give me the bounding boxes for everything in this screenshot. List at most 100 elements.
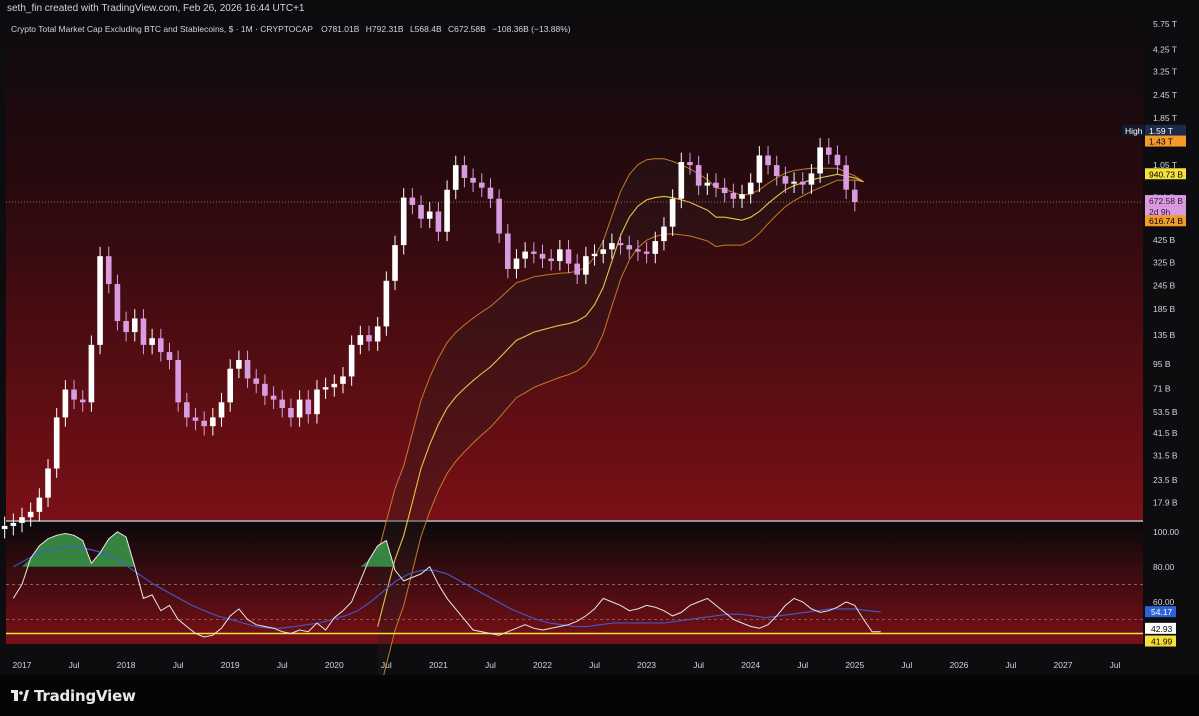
time-tick-label: Jul	[901, 660, 912, 670]
candle-body	[496, 198, 502, 234]
candle-body	[739, 194, 745, 199]
candle-body	[366, 335, 372, 342]
candle-body	[201, 420, 207, 427]
price-tick-label: 1.85 T	[1153, 113, 1177, 123]
candle-body	[53, 417, 60, 469]
candle-body	[340, 376, 346, 384]
candle-body	[348, 344, 355, 377]
legend-symbol: Crypto Total Market Cap Excluding BTC an…	[11, 24, 313, 34]
candle-body	[505, 233, 511, 269]
candle-body	[244, 359, 251, 379]
time-tick-label: Jul	[1006, 660, 1017, 670]
candle-body	[131, 318, 138, 333]
price-tick-label: 185 B	[1153, 304, 1176, 314]
high-value-label: 1.59 T	[1149, 126, 1173, 136]
basis-value-label: 940.73 B	[1149, 169, 1183, 179]
candle-body	[288, 408, 294, 418]
legend-change: −108.36B (−13.88%)	[492, 24, 571, 34]
price-tick-label: 245 B	[1153, 281, 1176, 291]
candle-body	[791, 181, 797, 184]
time-tick-label: Jul	[381, 660, 392, 670]
candle-body	[713, 182, 719, 188]
candle-body	[600, 249, 607, 254]
tradingview-logo[interactable]: TradingView	[11, 686, 136, 706]
candle-body	[123, 321, 129, 333]
price-tick-label: 41.5 B	[1153, 428, 1178, 438]
tradingview-logo-icon	[11, 690, 29, 701]
candle-body	[305, 399, 312, 415]
price-tick-label: 23.5 B	[1153, 475, 1178, 485]
price-tick-label: 31.5 B	[1153, 451, 1178, 461]
candle-body	[756, 155, 763, 183]
time-tick-label: 2018	[117, 660, 136, 670]
candle-body	[383, 280, 390, 327]
candle-body	[314, 389, 320, 415]
candle-body	[687, 162, 693, 166]
candle-body	[721, 187, 728, 194]
candle-body	[62, 389, 69, 418]
price-tick-label: 325 B	[1153, 257, 1176, 267]
legend-text: Crypto Total Market Cap Excluding BTC an…	[11, 24, 571, 34]
rsi-tick-label: 100.00	[1153, 527, 1179, 537]
rsi-ma-value-label: 54.17	[1151, 607, 1173, 617]
candle-body	[331, 383, 338, 388]
candle-body	[617, 243, 624, 246]
legend-high: H792.31B	[366, 24, 404, 34]
candle-body	[834, 154, 841, 166]
candle-body	[765, 155, 771, 166]
candle-body	[730, 193, 737, 199]
bottom-bar: TradingView	[0, 675, 1199, 716]
last-price-label: 672.58 B	[1149, 196, 1183, 206]
candle-body	[210, 417, 216, 427]
candle-body	[227, 368, 233, 403]
attribution-text: seth_fin created with TradingView.com, F…	[7, 3, 305, 14]
candle-body	[444, 189, 450, 232]
lower-band-value-label: 616.74 B	[1149, 216, 1183, 226]
legend-close: C672.58B	[448, 24, 486, 34]
candle-body	[435, 211, 442, 232]
chart-svg[interactable]: Crypto Total Market Cap Excluding BTC an…	[0, 18, 1199, 700]
candle-body	[1, 525, 8, 530]
candle-body	[583, 256, 589, 275]
rsi-pane-bg	[6, 522, 1143, 644]
candle-body	[357, 335, 364, 345]
candle-body	[19, 517, 25, 523]
candle-body	[565, 249, 572, 264]
candle-body	[695, 165, 702, 186]
candle-body	[418, 204, 424, 219]
time-tick-label: Jul	[69, 660, 80, 670]
price-tick-label: 5.75 T	[1153, 19, 1177, 29]
candle-body	[36, 497, 43, 512]
candle-body	[487, 187, 494, 199]
candle-body	[374, 326, 381, 342]
time-tick-label: Jul	[797, 660, 808, 670]
candle-body	[218, 402, 225, 418]
candle-body	[192, 417, 199, 421]
price-tick-label: 4.25 T	[1153, 44, 1177, 54]
time-axis[interactable]: 2017 Jul 2018 Jul 2019 Jul 2020 Jul 2021 Jul 2022 J…	[13, 660, 1121, 670]
candle-body	[747, 182, 754, 195]
time-tick-label: 2027	[1054, 660, 1073, 670]
candle-body	[539, 253, 546, 259]
price-tick-label: 95 B	[1153, 359, 1171, 369]
candle-body	[236, 359, 242, 369]
legend-open: O781.01B	[321, 24, 360, 34]
time-tick-label: Jul	[1110, 660, 1121, 670]
price-tick-label: 2.45 T	[1153, 90, 1177, 100]
rsi-axis[interactable]: 100.00 80.00 60.0054.17 42.93 41.99	[1145, 527, 1179, 647]
candle-body	[461, 165, 468, 178]
price-tick-label: 53.5 B	[1153, 407, 1178, 417]
time-tick-label: 2025	[845, 660, 864, 670]
candle-body	[799, 181, 806, 185]
time-tick-label: 2026	[949, 660, 968, 670]
top-bar: seth_fin created with TradingView.com, F…	[0, 0, 1199, 18]
candle-body	[166, 352, 173, 360]
candle-body	[609, 243, 615, 250]
candle-body	[88, 344, 95, 403]
upper-band-value-label: 1.43 T	[1149, 137, 1173, 147]
rsi-tick-label: 80.00	[1153, 562, 1175, 572]
candle-body	[704, 182, 711, 186]
candle-body	[322, 387, 329, 390]
chart-area[interactable]: Crypto Total Market Cap Excluding BTC an…	[0, 18, 1199, 700]
candle-body	[652, 241, 659, 254]
